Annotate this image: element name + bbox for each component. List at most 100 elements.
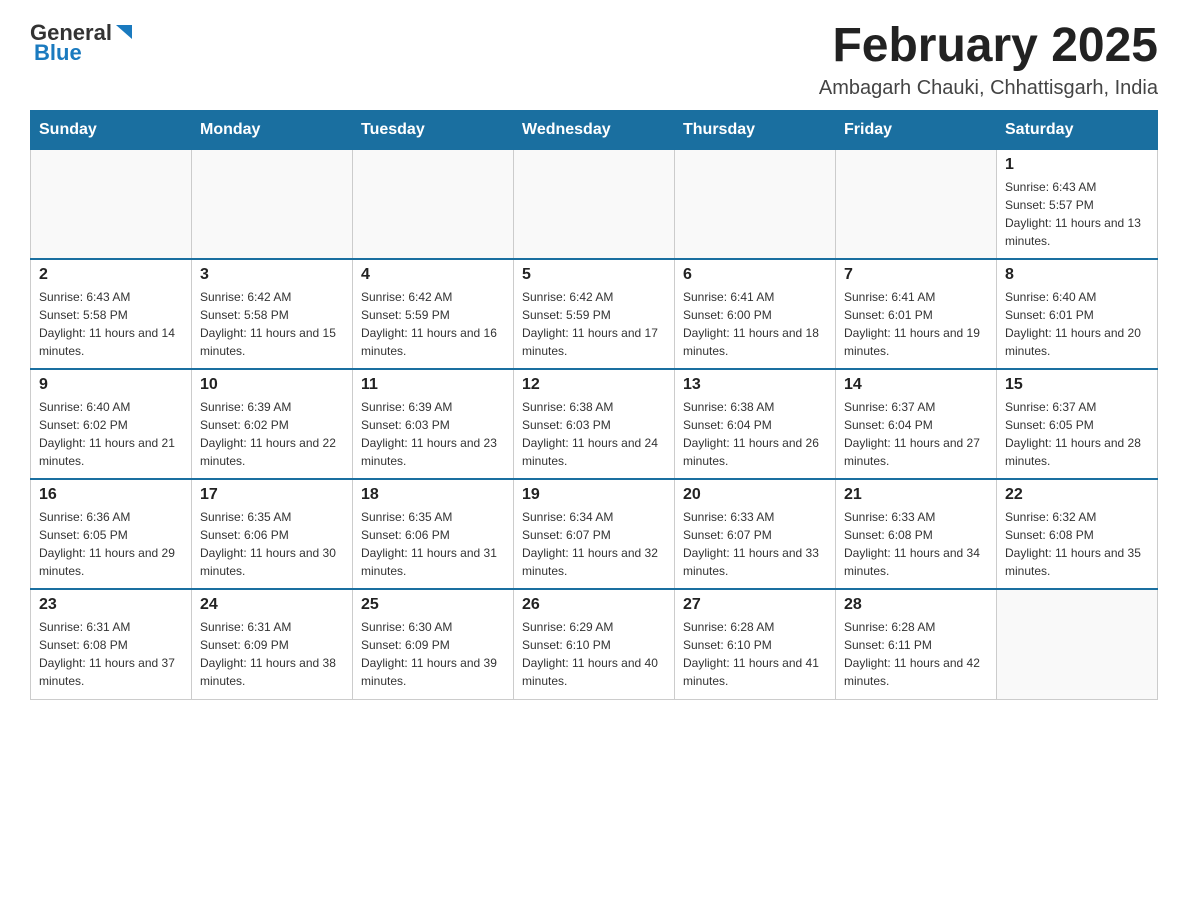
day-number: 25 — [361, 596, 505, 614]
day-number: 9 — [39, 376, 183, 394]
calendar-cell: 20 Sunrise: 6:33 AMSunset: 6:07 PMDayligh… — [675, 479, 836, 589]
day-info: Sunrise: 6:34 AMSunset: 6:07 PMDaylight:… — [522, 508, 666, 580]
day-info: Sunrise: 6:40 AMSunset: 6:01 PMDaylight:… — [1005, 288, 1149, 360]
day-number: 3 — [200, 266, 344, 284]
day-info: Sunrise: 6:33 AMSunset: 6:07 PMDaylight:… — [683, 508, 827, 580]
day-info: Sunrise: 6:30 AMSunset: 6:09 PMDaylight:… — [361, 618, 505, 690]
day-number: 1 — [1005, 156, 1149, 174]
day-info: Sunrise: 6:29 AMSunset: 6:10 PMDaylight:… — [522, 618, 666, 690]
weekday-header-wednesday: Wednesday — [514, 110, 675, 149]
day-number: 5 — [522, 266, 666, 284]
calendar-cell — [675, 149, 836, 259]
calendar-week-row: 2 Sunrise: 6:43 AMSunset: 5:58 PMDaylight… — [31, 259, 1158, 369]
day-info: Sunrise: 6:38 AMSunset: 6:04 PMDaylight:… — [683, 398, 827, 470]
calendar-week-row: 23 Sunrise: 6:31 AMSunset: 6:08 PMDayligh… — [31, 589, 1158, 699]
day-number: 12 — [522, 376, 666, 394]
day-info: Sunrise: 6:39 AMSunset: 6:03 PMDaylight:… — [361, 398, 505, 470]
calendar-cell: 21 Sunrise: 6:33 AMSunset: 6:08 PMDayligh… — [836, 479, 997, 589]
calendar-cell: 9 Sunrise: 6:40 AMSunset: 6:02 PMDaylight… — [31, 369, 192, 479]
calendar-cell — [836, 149, 997, 259]
day-info: Sunrise: 6:35 AMSunset: 6:06 PMDaylight:… — [200, 508, 344, 580]
day-number: 15 — [1005, 376, 1149, 394]
calendar-cell: 23 Sunrise: 6:31 AMSunset: 6:08 PMDayligh… — [31, 589, 192, 699]
calendar-cell — [514, 149, 675, 259]
calendar-week-row: 1 Sunrise: 6:43 AMSunset: 5:57 PMDaylight… — [31, 149, 1158, 259]
day-info: Sunrise: 6:43 AMSunset: 5:57 PMDaylight:… — [1005, 178, 1149, 250]
calendar-cell — [997, 589, 1158, 699]
day-info: Sunrise: 6:33 AMSunset: 6:08 PMDaylight:… — [844, 508, 988, 580]
day-number: 21 — [844, 486, 988, 504]
day-info: Sunrise: 6:40 AMSunset: 6:02 PMDaylight:… — [39, 398, 183, 470]
calendar-cell: 25 Sunrise: 6:30 AMSunset: 6:09 PMDayligh… — [353, 589, 514, 699]
location-title: Ambagarh Chauki, Chhattisgarh, India — [819, 77, 1158, 100]
logo: General Blue — [30, 20, 136, 66]
day-number: 2 — [39, 266, 183, 284]
day-info: Sunrise: 6:42 AMSunset: 5:59 PMDaylight:… — [361, 288, 505, 360]
calendar-cell — [353, 149, 514, 259]
calendar-cell: 13 Sunrise: 6:38 AMSunset: 6:04 PMDayligh… — [675, 369, 836, 479]
calendar-cell: 17 Sunrise: 6:35 AMSunset: 6:06 PMDayligh… — [192, 479, 353, 589]
calendar-cell: 15 Sunrise: 6:37 AMSunset: 6:05 PMDayligh… — [997, 369, 1158, 479]
calendar-cell: 3 Sunrise: 6:42 AMSunset: 5:58 PMDaylight… — [192, 259, 353, 369]
day-number: 17 — [200, 486, 344, 504]
calendar-week-row: 9 Sunrise: 6:40 AMSunset: 6:02 PMDaylight… — [31, 369, 1158, 479]
day-info: Sunrise: 6:32 AMSunset: 6:08 PMDaylight:… — [1005, 508, 1149, 580]
calendar-cell: 8 Sunrise: 6:40 AMSunset: 6:01 PMDaylight… — [997, 259, 1158, 369]
calendar-cell: 28 Sunrise: 6:28 AMSunset: 6:11 PMDayligh… — [836, 589, 997, 699]
day-number: 10 — [200, 376, 344, 394]
day-info: Sunrise: 6:41 AMSunset: 6:01 PMDaylight:… — [844, 288, 988, 360]
day-info: Sunrise: 6:41 AMSunset: 6:00 PMDaylight:… — [683, 288, 827, 360]
calendar-cell: 4 Sunrise: 6:42 AMSunset: 5:59 PMDaylight… — [353, 259, 514, 369]
weekday-header-monday: Monday — [192, 110, 353, 149]
day-number: 20 — [683, 486, 827, 504]
calendar-cell: 16Sunrise: 6:36 AMSunset: 6:05 PMDayligh… — [31, 479, 192, 589]
day-number: 27 — [683, 596, 827, 614]
day-number: 18 — [361, 486, 505, 504]
day-number: 11 — [361, 376, 505, 394]
day-info: Sunrise: 6:43 AMSunset: 5:58 PMDaylight:… — [39, 288, 183, 360]
day-number: 23 — [39, 596, 183, 614]
logo-blue-text: Blue — [34, 40, 82, 66]
day-info: Sunrise: 6:31 AMSunset: 6:09 PMDaylight:… — [200, 618, 344, 690]
weekday-header-row: SundayMondayTuesdayWednesdayThursdayFrid… — [31, 110, 1158, 149]
day-number: 7 — [844, 266, 988, 284]
day-number: 13 — [683, 376, 827, 394]
day-number: 22 — [1005, 486, 1149, 504]
day-info: Sunrise: 6:42 AMSunset: 5:58 PMDaylight:… — [200, 288, 344, 360]
day-info: Sunrise: 6:31 AMSunset: 6:08 PMDaylight:… — [39, 618, 183, 690]
title-block: February 2025 Ambagarh Chauki, Chhattisg… — [819, 20, 1158, 100]
calendar-cell: 12 Sunrise: 6:38 AMSunset: 6:03 PMDayligh… — [514, 369, 675, 479]
day-info: Sunrise: 6:28 AMSunset: 6:11 PMDaylight:… — [844, 618, 988, 690]
day-number: 26 — [522, 596, 666, 614]
weekday-header-friday: Friday — [836, 110, 997, 149]
day-info: Sunrise: 6:35 AMSunset: 6:06 PMDaylight:… — [361, 508, 505, 580]
day-number: 16 — [39, 486, 183, 504]
calendar-cell: 5 Sunrise: 6:42 AMSunset: 5:59 PMDaylight… — [514, 259, 675, 369]
day-number: 14 — [844, 376, 988, 394]
day-number: 28 — [844, 596, 988, 614]
day-number: 4 — [361, 266, 505, 284]
calendar-cell: 19Sunrise: 6:34 AMSunset: 6:07 PMDayligh… — [514, 479, 675, 589]
day-info: Sunrise: 6:37 AMSunset: 6:04 PMDaylight:… — [844, 398, 988, 470]
calendar-cell: 1 Sunrise: 6:43 AMSunset: 5:57 PMDaylight… — [997, 149, 1158, 259]
weekday-header-thursday: Thursday — [675, 110, 836, 149]
logo-triangle-icon — [114, 21, 136, 43]
day-info: Sunrise: 6:37 AMSunset: 6:05 PMDaylight:… — [1005, 398, 1149, 470]
calendar-cell: 11 Sunrise: 6:39 AMSunset: 6:03 PMDayligh… — [353, 369, 514, 479]
day-number: 6 — [683, 266, 827, 284]
day-number: 24 — [200, 596, 344, 614]
calendar-cell: 14 Sunrise: 6:37 AMSunset: 6:04 PMDayligh… — [836, 369, 997, 479]
calendar-cell — [192, 149, 353, 259]
day-info: Sunrise: 6:38 AMSunset: 6:03 PMDaylight:… — [522, 398, 666, 470]
weekday-header-sunday: Sunday — [31, 110, 192, 149]
day-info: Sunrise: 6:42 AMSunset: 5:59 PMDaylight:… — [522, 288, 666, 360]
day-number: 8 — [1005, 266, 1149, 284]
calendar-cell: 26 Sunrise: 6:29 AMSunset: 6:10 PMDayligh… — [514, 589, 675, 699]
month-title: February 2025 — [819, 20, 1158, 73]
calendar-cell: 6 Sunrise: 6:41 AMSunset: 6:00 PMDaylight… — [675, 259, 836, 369]
calendar-week-row: 16Sunrise: 6:36 AMSunset: 6:05 PMDayligh… — [31, 479, 1158, 589]
day-info: Sunrise: 6:28 AMSunset: 6:10 PMDaylight:… — [683, 618, 827, 690]
weekday-header-tuesday: Tuesday — [353, 110, 514, 149]
weekday-header-saturday: Saturday — [997, 110, 1158, 149]
calendar-cell: 10Sunrise: 6:39 AMSunset: 6:02 PMDayligh… — [192, 369, 353, 479]
